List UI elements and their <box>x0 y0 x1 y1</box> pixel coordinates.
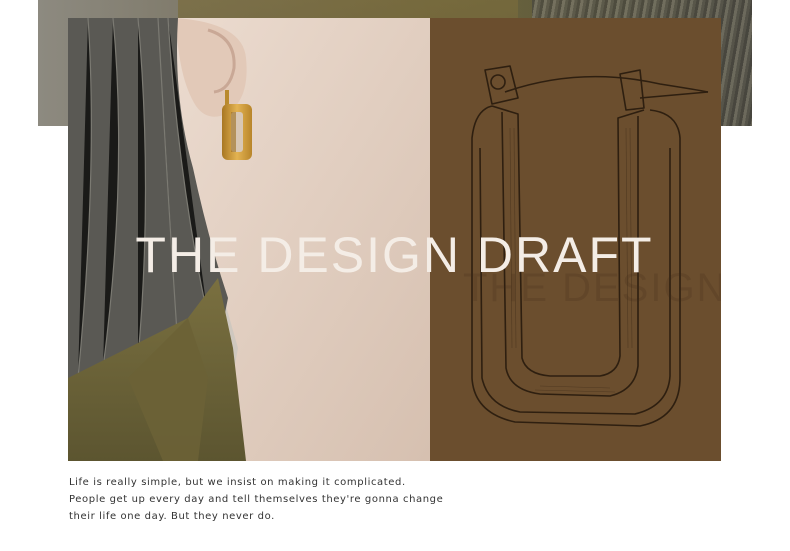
caption-line: their life one day. But they never do. <box>69 511 275 522</box>
caption-text: Life is really simple, but we insist on … <box>69 474 569 525</box>
hero-title: THE DESIGN DRAFT <box>135 227 654 283</box>
caption-line: People get up every day and tell themsel… <box>69 494 444 505</box>
design-draft-hero: THE DESIGN DRAFT THE DESIGN DRAFT <box>68 18 721 461</box>
caption-line: Life is really simple, but we insist on … <box>69 477 406 488</box>
